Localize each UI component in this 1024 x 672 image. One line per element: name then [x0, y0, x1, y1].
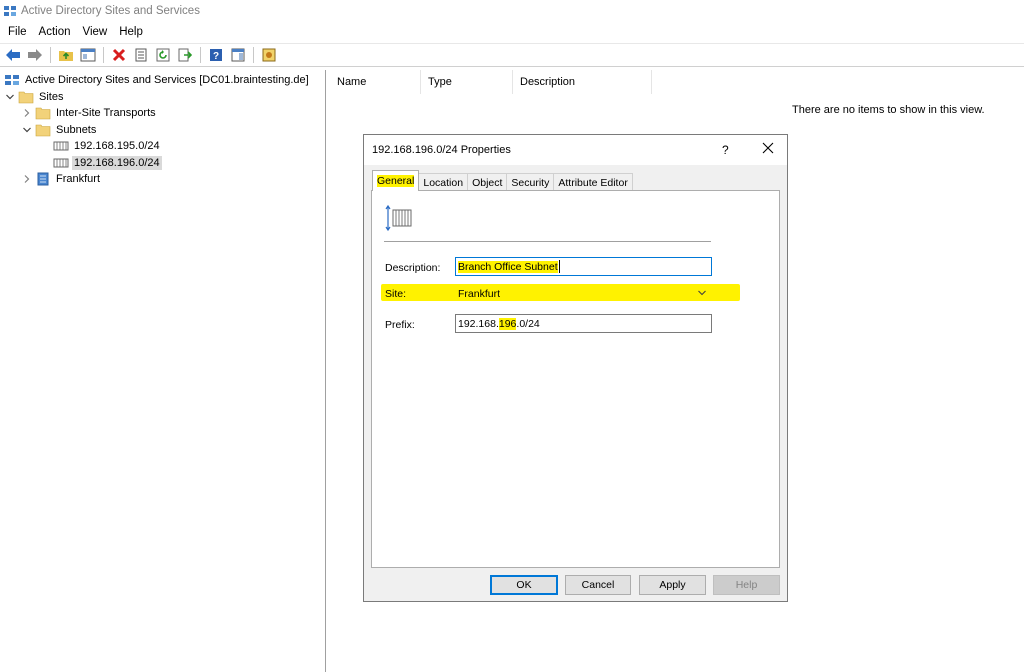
back-icon[interactable]: [4, 46, 22, 64]
prefix-input[interactable]: 192.168. 196.0/24: [455, 314, 712, 333]
sites-services-icon: [4, 73, 20, 87]
toolbar-separator: [253, 47, 254, 63]
apply-button[interactable]: Apply: [639, 575, 706, 595]
dialog-title-bar: 192.168.196.0/24 Properties ?: [364, 135, 787, 165]
toolbar-separator: [50, 47, 51, 63]
description-label: Description:: [385, 262, 441, 274]
column-header-name[interactable]: Name: [330, 70, 421, 94]
folder-icon: [35, 123, 51, 137]
dialog-title: 192.168.196.0/24 Properties: [372, 144, 511, 156]
tab-strip: General Location Object Security Attribu…: [372, 170, 633, 191]
tree-label: Frankfurt: [56, 173, 101, 186]
toolbar-separator: [200, 47, 201, 63]
tree-label: Sites: [39, 90, 64, 103]
site-label: Site:: [385, 288, 407, 300]
tree-node-root[interactable]: Active Directory Sites and Services [DC0…: [0, 72, 325, 89]
site-icon: [35, 172, 51, 186]
tree-label: Active Directory Sites and Services [DC0…: [25, 74, 309, 87]
svg-text:?: ?: [213, 51, 219, 62]
title-bar: Active Directory Sites and Services: [0, 0, 1024, 22]
site-select[interactable]: Frankfurt: [455, 284, 712, 303]
menu-file[interactable]: File: [2, 26, 33, 38]
sites-services-icon: [4, 6, 16, 16]
tab-location[interactable]: Location: [418, 173, 469, 191]
ok-button[interactable]: OK: [490, 575, 558, 595]
properties-icon[interactable]: [132, 46, 150, 64]
toolbar-separator: [103, 47, 104, 63]
show-action-pane-icon[interactable]: [229, 46, 247, 64]
tree-node-sites[interactable]: Sites: [0, 89, 325, 106]
empty-list-message: There are no items to show in this view.: [792, 104, 985, 116]
properties-dialog: 192.168.196.0/24 Properties ? General Lo…: [363, 134, 788, 602]
show-hide-tree-icon[interactable]: [79, 46, 97, 64]
tree-node-subnet-195[interactable]: 192.168.195.0/24: [0, 138, 325, 155]
tab-attribute-editor[interactable]: Attribute Editor: [553, 173, 633, 191]
toolbar: ?: [0, 43, 1024, 67]
subnet-icon: [53, 156, 69, 170]
column-header-description[interactable]: Description: [513, 70, 652, 94]
menu-view[interactable]: View: [77, 26, 114, 38]
tab-general[interactable]: General: [372, 170, 420, 191]
chevron-right-icon[interactable]: [21, 107, 33, 119]
chevron-down-icon: [698, 290, 706, 296]
delete-icon[interactable]: [110, 46, 128, 64]
tree-label: 192.168.195.0/24: [74, 140, 160, 153]
chevron-down-icon[interactable]: [4, 91, 16, 103]
close-icon[interactable]: [760, 140, 776, 156]
export-list-icon[interactable]: [176, 46, 194, 64]
help-icon[interactable]: ?: [207, 46, 225, 64]
subnet-icon: [53, 139, 69, 153]
chevron-down-icon[interactable]: [21, 124, 33, 136]
help-icon[interactable]: ?: [722, 143, 729, 157]
chevron-right-icon[interactable]: [21, 173, 33, 185]
tree-node-subnets[interactable]: Subnets: [0, 122, 325, 139]
folder-icon: [18, 90, 34, 104]
help-button: Help: [713, 575, 780, 595]
tree-label: 192.168.196.0/24: [72, 155, 162, 170]
menu-action[interactable]: Action: [33, 26, 77, 38]
console-tree[interactable]: Active Directory Sites and Services [DC0…: [0, 70, 326, 672]
refresh-icon[interactable]: [154, 46, 172, 64]
column-header-type[interactable]: Type: [421, 70, 513, 94]
window-title: Active Directory Sites and Services: [21, 5, 200, 17]
tab-object[interactable]: Object: [467, 173, 508, 191]
menu-bar: File Action View Help: [0, 22, 1024, 42]
general-tab-panel: Description: Branch Office Subnet Site: …: [371, 190, 780, 568]
forward-icon[interactable]: [26, 46, 44, 64]
tree-label: Subnets: [56, 123, 97, 136]
tab-security[interactable]: Security: [506, 173, 555, 191]
tree-node-subnet-196[interactable]: 192.168.196.0/24: [0, 155, 325, 172]
tree-node-inter-site-transports[interactable]: Inter-Site Transports: [0, 105, 325, 122]
subnet-object-icon: [385, 204, 412, 232]
text-caret: [558, 260, 560, 273]
tree-label: Inter-Site Transports: [56, 107, 156, 120]
list-header: Name Type Description: [330, 70, 1024, 94]
divider: [384, 241, 711, 242]
tree-node-frankfurt[interactable]: Frankfurt: [0, 171, 325, 188]
description-input[interactable]: Branch Office Subnet: [455, 257, 712, 276]
up-folder-icon[interactable]: [57, 46, 75, 64]
menu-help[interactable]: Help: [113, 26, 149, 38]
prefix-label: Prefix:: [385, 319, 415, 331]
launch-icon[interactable]: [260, 46, 278, 64]
folder-icon: [35, 106, 51, 120]
cancel-button[interactable]: Cancel: [565, 575, 631, 595]
